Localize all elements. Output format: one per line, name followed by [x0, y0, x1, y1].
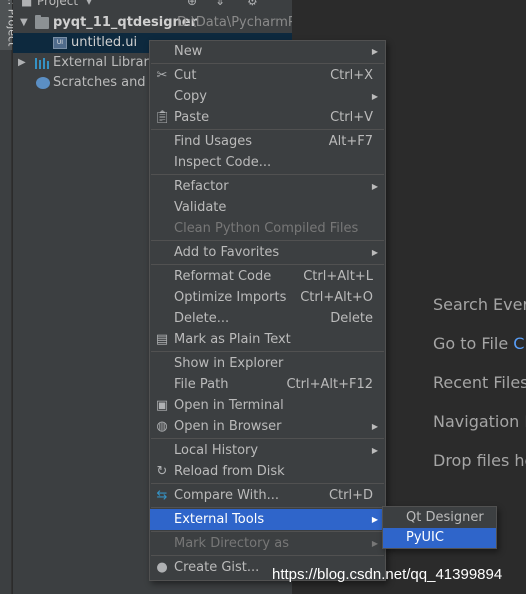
menu-item-reformat-code[interactable]: Reformat Code Ctrl+Alt+L — [150, 266, 385, 287]
menu-item-delete[interactable]: Delete... Delete — [150, 308, 385, 329]
chevron-down-icon[interactable]: ▼ — [20, 13, 28, 33]
chevron-right-icon: ▶ — [371, 422, 378, 431]
hint-recent-files: Recent Files — [433, 373, 526, 392]
terminal-icon: ▣ — [155, 398, 169, 413]
tree-item-path: D:\Data\PycharmPro — [177, 15, 292, 30]
menu-separator — [151, 483, 384, 484]
menu-item-refactor[interactable]: Refactor ▶ — [150, 176, 385, 197]
menu-item-mark-directory-as: Mark Directory as ▶ — [150, 533, 385, 554]
chevron-right-icon: ▶ — [371, 182, 378, 191]
reload-icon: ↻ — [156, 464, 168, 479]
hint-goto-file-shortcut: C — [513, 334, 525, 353]
gear-icon[interactable]: ⚙ — [247, 0, 258, 8]
menu-separator — [151, 174, 384, 175]
chevron-right-icon: ▶ — [371, 47, 378, 56]
menu-item-copy[interactable]: Copy ▶ — [150, 86, 385, 107]
project-panel-title[interactable]: Project — [37, 0, 78, 8]
target-icon[interactable]: ⊕ — [187, 0, 197, 8]
hint-navigation-bar: Navigation B — [433, 412, 526, 431]
compare-icon: ⇆ — [156, 488, 168, 503]
plain-text-icon: ▤ — [155, 332, 169, 347]
menu-item-open-in-terminal[interactable]: ▣ Open in Terminal — [150, 395, 385, 416]
chevron-right-icon: ▶ — [371, 248, 378, 257]
chevron-right-icon: ▶ — [371, 515, 378, 524]
ui-file-icon: UI — [53, 37, 67, 49]
scissors-icon: ✂ — [156, 68, 168, 83]
menu-separator — [151, 555, 384, 556]
menu-item-external-tools[interactable]: External Tools ▶ — [150, 509, 385, 530]
menu-item-reload-from-disk[interactable]: ↻ Reload from Disk — [150, 461, 385, 482]
menu-item-validate[interactable]: Validate — [150, 197, 385, 218]
menu-item-inspect-code[interactable]: Inspect Code... — [150, 152, 385, 173]
menu-item-new[interactable]: New ▶ — [150, 41, 385, 62]
project-tool-tab[interactable]: 1: Project — [0, 0, 18, 50]
menu-item-file-path[interactable]: File Path Ctrl+Alt+F12 — [150, 374, 385, 395]
menu-separator — [151, 507, 384, 508]
folder-icon — [35, 15, 49, 29]
submenu-item-pyuic[interactable]: PyUIC — [383, 528, 496, 548]
project-panel-icon: ■ — [21, 0, 33, 8]
menu-item-local-history[interactable]: Local History ▶ — [150, 440, 385, 461]
github-icon: ● — [156, 560, 168, 575]
globe-icon: ◍ — [156, 419, 168, 434]
menu-separator — [151, 531, 384, 532]
hint-search-everywhere: Search Every — [433, 295, 526, 314]
menu-item-compare-with[interactable]: ⇆ Compare With... Ctrl+D — [150, 485, 385, 506]
clipboard-icon: 📋︎ — [154, 110, 171, 125]
menu-separator — [151, 264, 384, 265]
menu-item-add-to-favorites[interactable]: Add to Favorites ▶ — [150, 242, 385, 263]
external-tools-submenu: Qt Designer PyUIC — [382, 506, 497, 549]
project-panel-header: ■ Project ▾ ⊕ ⇕ ⚙ — [13, 0, 292, 11]
hint-goto-file: Go to File C — [433, 334, 524, 353]
menu-item-clean-python-compiled: Clean Python Compiled Files — [174, 221, 359, 236]
menu-separator — [151, 240, 384, 241]
watermark-url: https://blog.csdn.net/qq_41399894 — [272, 566, 503, 583]
collapse-icon[interactable]: ⇕ — [215, 0, 225, 8]
hint-goto-file-label: Go to File — [433, 334, 509, 353]
tree-item-label: pyqt_11_qtdesigner — [53, 15, 198, 30]
chevron-right-icon: ▶ — [371, 539, 378, 548]
chevron-right-icon[interactable]: ▶ — [18, 53, 26, 73]
menu-separator — [151, 438, 384, 439]
menu-item-optimize-imports[interactable]: Optimize Imports Ctrl+Alt+O — [150, 287, 385, 308]
menu-item-open-in-browser[interactable]: ◍ Open in Browser ▶ — [150, 416, 385, 437]
tool-window-strip: 1: Project — [0, 0, 18, 594]
context-menu: New ▶ ✂ Cut Ctrl+X Copy ▶ 📋︎ Paste Ctrl+V Fi… — [149, 40, 386, 581]
menu-item-mark-as-plain-text[interactable]: ▤ Mark as Plain Text — [150, 329, 385, 350]
tree-item-label: untitled.ui — [71, 35, 138, 50]
menu-separator — [151, 351, 384, 352]
menu-item-paste[interactable]: 📋︎ Paste Ctrl+V — [150, 107, 385, 128]
menu-separator — [151, 129, 384, 130]
hint-drop-files: Drop files he — [433, 451, 526, 470]
scratches-icon — [36, 77, 50, 89]
menu-item-find-usages[interactable]: Find Usages Alt+F7 — [150, 131, 385, 152]
menu-item-show-in-explorer[interactable]: Show in Explorer — [150, 353, 385, 374]
chevron-down-icon[interactable]: ▾ — [86, 0, 92, 8]
menu-item-cut[interactable]: ✂ Cut Ctrl+X — [150, 65, 385, 86]
chevron-right-icon: ▶ — [371, 92, 378, 101]
submenu-item-qt-designer[interactable]: Qt Designer — [383, 508, 496, 528]
menu-separator — [151, 63, 384, 64]
tree-item-project-root[interactable]: ▼ pyqt_11_qtdesigner D:\Data\PycharmPro — [13, 13, 292, 33]
library-icon — [35, 57, 49, 69]
chevron-right-icon: ▶ — [371, 446, 378, 455]
